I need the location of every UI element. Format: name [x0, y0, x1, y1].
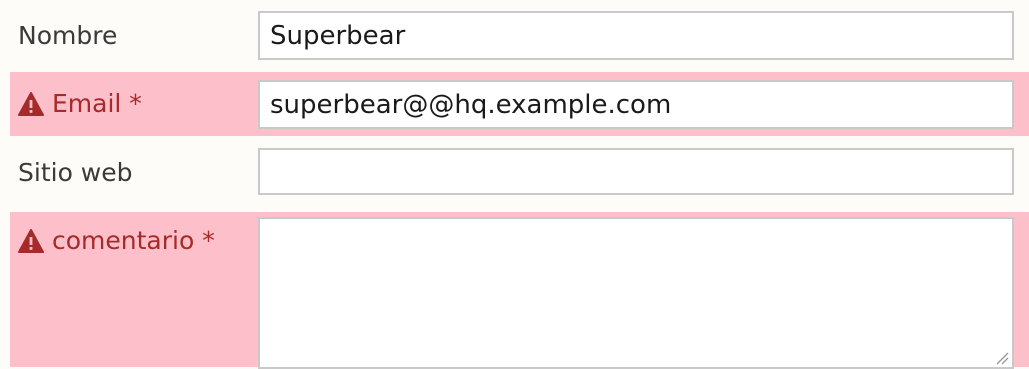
- email-row: Email * superbear@@hq.example.com: [10, 72, 1029, 136]
- warning-triangle-icon: [18, 91, 44, 116]
- nombre-input[interactable]: Superbear: [258, 11, 1014, 60]
- comentario-textarea[interactable]: [258, 217, 1014, 369]
- sitio-web-row: Sitio web: [10, 140, 1029, 208]
- comentario-row: comentario *: [10, 212, 1029, 369]
- nombre-input-value: Superbear: [270, 20, 406, 51]
- nombre-row: Nombre Superbear: [10, 4, 1029, 68]
- sitio-web-label-text: Sitio web: [18, 158, 133, 187]
- email-input[interactable]: superbear@@hq.example.com: [258, 80, 1014, 129]
- comentario-label: comentario *: [18, 226, 215, 255]
- sitio-web-label: Sitio web: [18, 158, 133, 187]
- nombre-label-text: Nombre: [18, 21, 118, 50]
- warning-triangle-icon: [18, 228, 44, 253]
- comentario-label-text: comentario *: [52, 226, 215, 255]
- nombre-label: Nombre: [18, 21, 117, 50]
- comment-form: Nombre Superbear Email * superbear@@hq.e…: [0, 0, 1029, 369]
- email-label-text: Email *: [52, 89, 142, 118]
- email-input-value: superbear@@hq.example.com: [270, 89, 672, 120]
- email-label: Email *: [18, 89, 142, 118]
- sitio-web-input[interactable]: [258, 148, 1014, 195]
- resize-handle-icon[interactable]: [995, 350, 1009, 365]
